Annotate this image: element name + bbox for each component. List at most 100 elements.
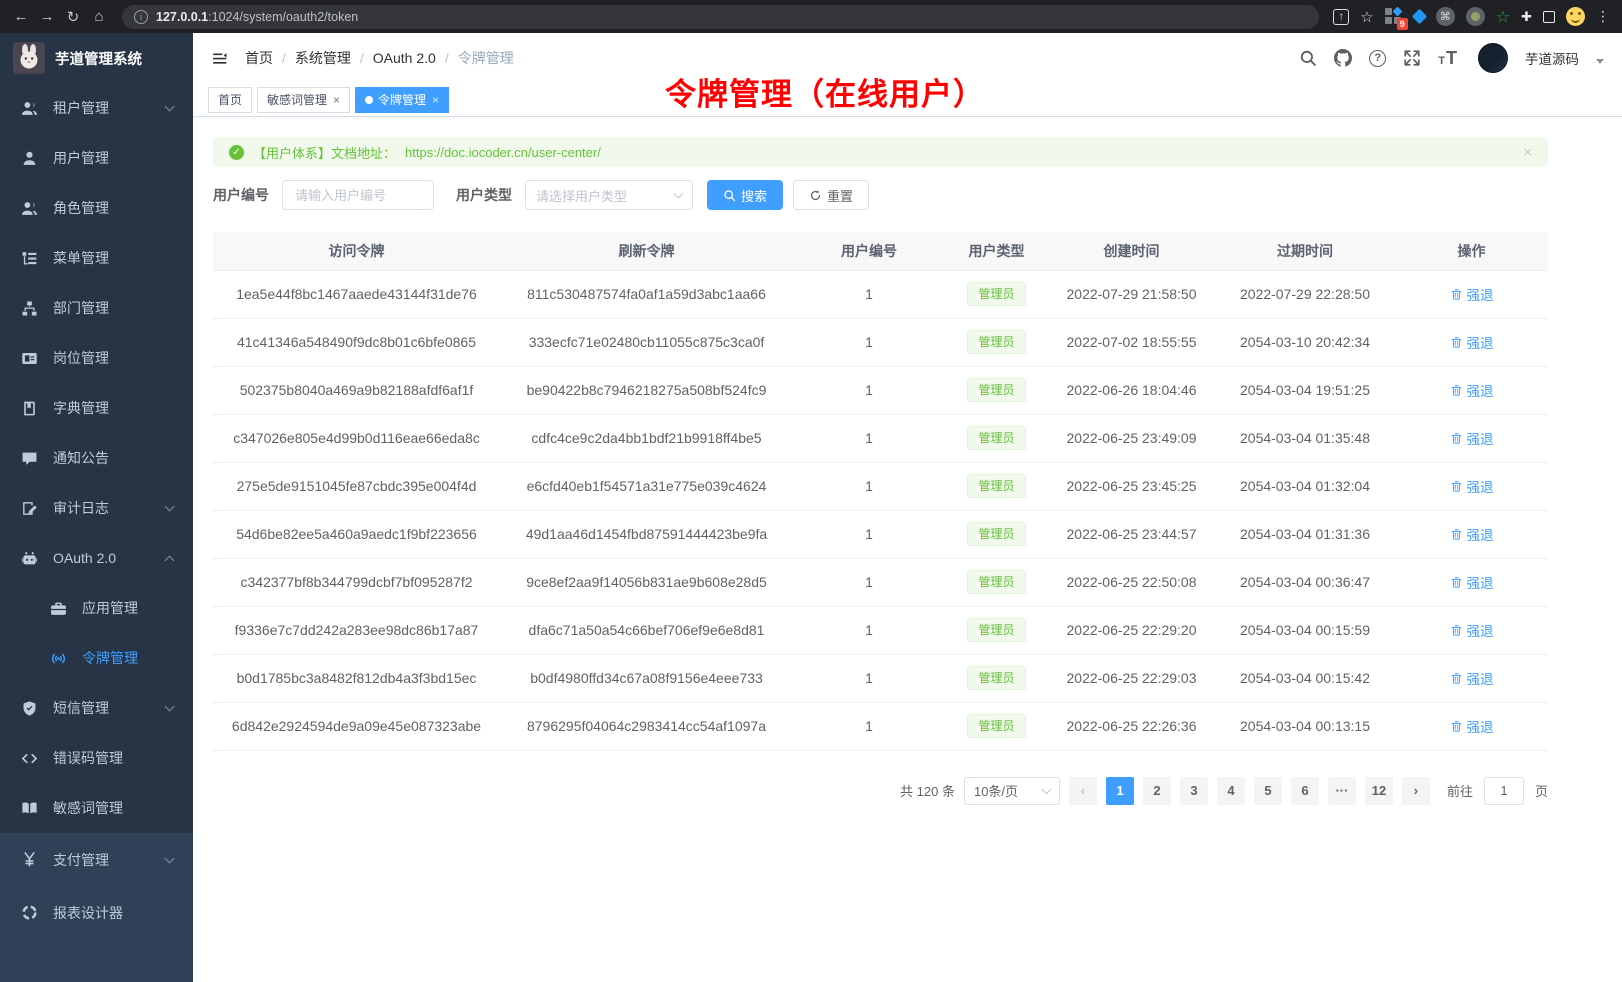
page-number-button[interactable]: ··· <box>1328 777 1356 805</box>
browser-reload-button[interactable]: ↻ <box>60 4 86 30</box>
page-number-button[interactable]: 6 <box>1291 777 1319 805</box>
refresh-token-cell: cdfc4ce9c2da4bb1bdf21b9918ff4be5 <box>500 414 793 462</box>
doc-link[interactable]: https://doc.iocoder.cn/user-center/ <box>405 145 601 160</box>
page-number-button[interactable]: 3 <box>1180 777 1208 805</box>
page-number-button[interactable]: 2 <box>1143 777 1171 805</box>
command-extension-icon[interactable]: ⌘ <box>1436 7 1455 26</box>
star-extension-icon[interactable]: ☆ <box>1496 7 1510 27</box>
sidebar-collapse-button[interactable] <box>193 33 245 83</box>
breadcrumb-oauth[interactable]: OAuth 2.0 <box>373 50 436 66</box>
help-icon[interactable]: ? <box>1369 50 1386 67</box>
breadcrumb-system[interactable]: 系统管理 <box>295 48 351 68</box>
force-logout-button[interactable]: 强退 <box>1450 572 1494 592</box>
force-logout-button[interactable]: 强退 <box>1450 428 1494 448</box>
menu-icon <box>21 350 38 367</box>
page-content: ✓ 【用户体系】文档地址： https://doc.iocoder.cn/use… <box>193 117 1622 805</box>
sidebar-item[interactable]: 报表设计器 <box>0 886 193 939</box>
user-dropdown-caret[interactable] <box>1596 59 1604 64</box>
fullscreen-icon[interactable] <box>1403 49 1421 67</box>
sidebar-item[interactable]: 敏感词管理 <box>0 783 193 833</box>
sidebar-item[interactable]: 通知公告 <box>0 433 193 483</box>
table-row: b0d1785bc3a8482f812db4a3f3bd15ec b0df498… <box>213 654 1548 702</box>
user-id-input[interactable] <box>282 180 434 210</box>
force-logout-button[interactable]: 强退 <box>1450 476 1494 496</box>
pagination: 共 120 条 10条/页 ‹ 1 2 3 4 5 6 <box>213 777 1548 805</box>
page-info-icon[interactable]: i <box>134 10 148 24</box>
annotation-text: 令牌管理（在线用户） <box>665 69 985 114</box>
page-number-button[interactable]: 12 <box>1365 777 1393 805</box>
view-tab[interactable]: 敏感词管理 × <box>257 87 350 113</box>
sidebar-item[interactable]: 审计日志 <box>0 483 193 533</box>
browser-forward-button[interactable]: → <box>34 4 60 30</box>
created-time-cell: 2022-06-25 22:26:36 <box>1048 702 1215 750</box>
force-logout-button[interactable]: 强退 <box>1450 668 1494 688</box>
font-size-icon[interactable]: TT <box>1438 49 1457 67</box>
sidebar-item[interactable]: 字典管理 <box>0 383 193 433</box>
sidebar-item[interactable]: 岗位管理 <box>0 333 193 383</box>
user-type-select[interactable]: 请选择用户类型 <box>525 180 693 210</box>
page-number-button[interactable]: 1 <box>1106 777 1134 805</box>
refresh-icon <box>809 189 822 202</box>
alert-close-icon[interactable]: × <box>1523 144 1532 161</box>
username-label[interactable]: 芋道源码 <box>1525 48 1579 68</box>
view-tab[interactable]: 令牌管理 × <box>355 87 449 113</box>
sidebar-item[interactable]: 部门管理 <box>0 283 193 333</box>
sidebar-item[interactable]: 错误码管理 <box>0 733 193 783</box>
view-tab[interactable]: 首页 <box>208 87 252 113</box>
sidebar-item[interactable]: 应用管理 <box>0 583 193 633</box>
page-suffix-label: 页 <box>1535 781 1548 800</box>
browser-menu-icon[interactable]: ⋮ <box>1596 8 1610 25</box>
prev-page-button[interactable]: ‹ <box>1069 777 1097 805</box>
force-logout-button[interactable]: 强退 <box>1450 284 1494 304</box>
share-icon[interactable]: ↑ <box>1333 9 1349 25</box>
sidebar-item[interactable]: 支付管理 <box>0 833 193 886</box>
force-logout-button[interactable]: 强退 <box>1450 620 1494 640</box>
sidebar-item[interactable]: 用户管理 <box>0 133 193 183</box>
user-avatar[interactable] <box>1478 43 1508 73</box>
created-time-cell: 2022-07-29 21:58:50 <box>1048 270 1215 318</box>
gem-extension-icon[interactable] <box>1411 9 1427 25</box>
close-icon[interactable]: × <box>333 93 340 107</box>
sidebar-item-label: OAuth 2.0 <box>53 550 166 566</box>
breadcrumb-home[interactable]: 首页 <box>245 48 273 68</box>
extension-badge: 9 <box>1397 18 1408 30</box>
search-icon[interactable] <box>1299 49 1317 67</box>
search-button[interactable]: 搜索 <box>707 180 783 210</box>
github-icon[interactable] <box>1334 49 1352 67</box>
page-number-button[interactable]: 4 <box>1217 777 1245 805</box>
sidebar-item[interactable]: 租户管理 <box>0 83 193 133</box>
reset-button[interactable]: 重置 <box>793 180 869 210</box>
tab-group-icon[interactable] <box>1543 11 1555 23</box>
profile-avatar-icon[interactable] <box>1566 7 1585 26</box>
app-logo-bar[interactable]: 芋道管理系统 <box>0 33 193 83</box>
access-token-cell: 275e5de9151045fe87cbdc395e004f4d <box>213 462 500 510</box>
force-logout-button[interactable]: 强退 <box>1450 716 1494 736</box>
force-logout-button[interactable]: 强退 <box>1450 524 1494 544</box>
page-size-select[interactable]: 10条/页 <box>964 777 1060 805</box>
close-icon[interactable]: × <box>432 93 439 107</box>
page-number-button[interactable]: 5 <box>1254 777 1282 805</box>
dot-extension-icon[interactable] <box>1466 7 1485 26</box>
goto-page-input[interactable] <box>1484 777 1524 805</box>
trash-icon <box>1450 384 1463 397</box>
url-host: 127.0.0.1 <box>156 10 208 24</box>
sidebar-item[interactable]: 令牌管理 <box>0 633 193 683</box>
col-header-user-type: 用户类型 <box>945 232 1048 270</box>
extension-icon-badged[interactable]: 9 <box>1385 8 1403 26</box>
sidebar-item[interactable]: OAuth 2.0 <box>0 533 193 583</box>
menu-icon <box>21 300 38 317</box>
extensions-puzzle-icon[interactable]: ✚ <box>1521 9 1532 25</box>
address-bar[interactable]: i 127.0.0.1:1024/system/oauth2/token <box>122 5 1319 29</box>
sidebar-item[interactable]: 菜单管理 <box>0 233 193 283</box>
force-logout-button[interactable]: 强退 <box>1450 332 1494 352</box>
sidebar-item[interactable]: 角色管理 <box>0 183 193 233</box>
browser-home-button[interactable]: ⌂ <box>86 4 112 30</box>
bookmark-star-icon[interactable]: ☆ <box>1360 8 1373 26</box>
sidebar-item-label: 字典管理 <box>53 398 177 418</box>
chevron-icon <box>165 702 175 712</box>
next-page-button[interactable]: › <box>1402 777 1430 805</box>
goto-label: 前往 <box>1447 781 1473 800</box>
force-logout-button[interactable]: 强退 <box>1450 380 1494 400</box>
browser-back-button[interactable]: ← <box>8 4 34 30</box>
sidebar-item[interactable]: 短信管理 <box>0 683 193 733</box>
